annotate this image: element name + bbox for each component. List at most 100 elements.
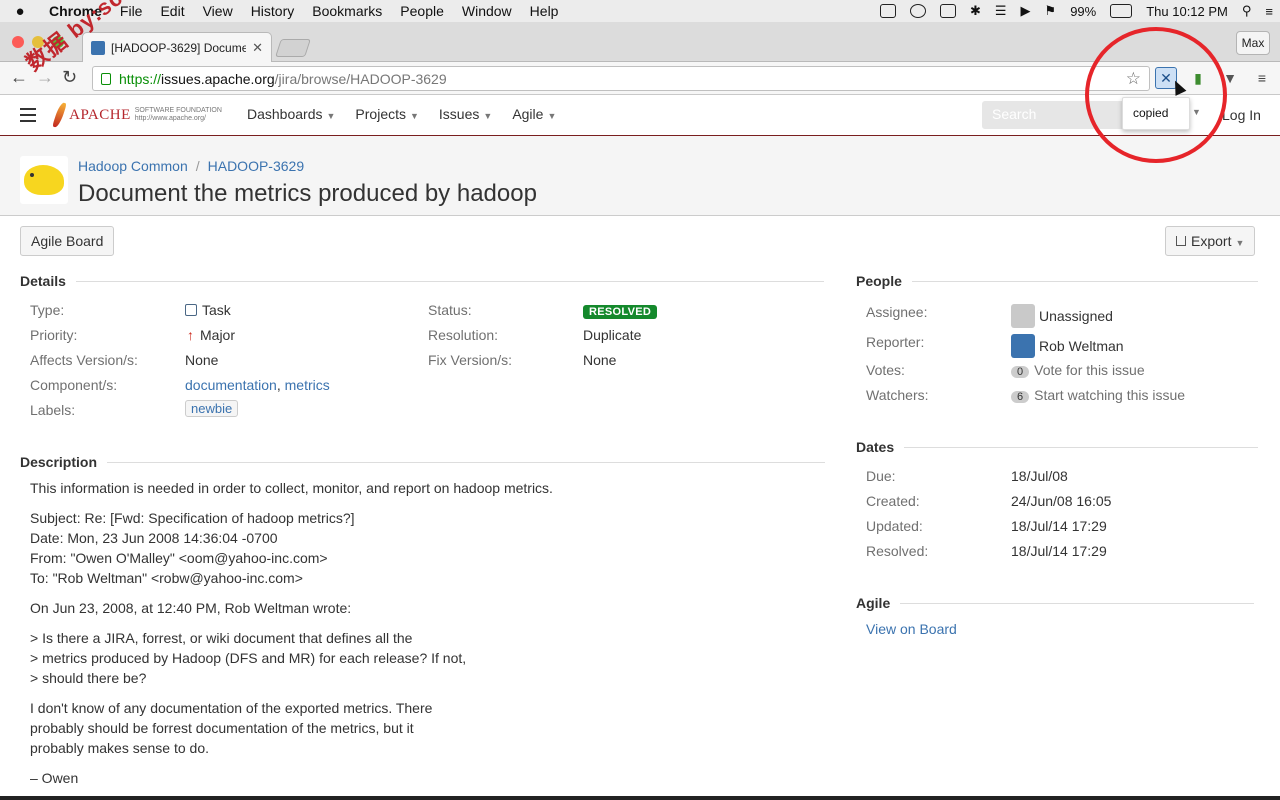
- chevron-down-icon: ▼: [483, 111, 493, 121]
- menu-bookmarks[interactable]: Bookmarks: [303, 3, 391, 19]
- menu-bar-tray: ✱ ☰ ▶ ⚑ 99% Thu 10:12 PM ⚲ ≡: [873, 0, 1280, 22]
- label-newbie-tag[interactable]: newbie: [185, 400, 239, 417]
- volume-icon[interactable]: ▶: [1014, 3, 1038, 19]
- app-switcher-icon[interactable]: [20, 108, 36, 122]
- export-button-label: Export: [1191, 233, 1232, 249]
- project-avatar[interactable]: [20, 156, 68, 204]
- nav-issues[interactable]: Issues ▼: [439, 106, 492, 122]
- window-close-button[interactable]: [12, 36, 24, 48]
- hadoop-elephant-icon: [24, 165, 64, 195]
- people-heading-text: People: [856, 273, 902, 289]
- bookmark-star-icon[interactable]: ☆: [1126, 69, 1141, 89]
- chevron-down-icon: ▼: [326, 111, 336, 121]
- nav-projects-label: Projects: [355, 106, 406, 122]
- component-metrics-link[interactable]: metrics: [285, 377, 330, 393]
- breadcrumb-separator: /: [195, 158, 200, 174]
- address-bar[interactable]: https://issues.apache.org/jira/browse/HA…: [92, 66, 1150, 91]
- labels-label: Labels:: [30, 402, 76, 418]
- updated-value: 18/Jul/14 17:29: [1011, 518, 1107, 534]
- breadcrumb-project-link[interactable]: Hadoop Common: [78, 158, 188, 174]
- description-line: probably should be forrest documentation…: [30, 720, 414, 736]
- back-arrow-icon[interactable]: ←: [10, 67, 28, 88]
- description-line: > metrics produced by Hadoop (DFS and MR…: [30, 650, 467, 666]
- nav-dashboards[interactable]: Dashboards ▼: [247, 106, 335, 122]
- start-watching-link[interactable]: Start watching this issue: [1034, 387, 1185, 403]
- details-module-heading[interactable]: Details: [20, 273, 824, 289]
- new-tab-button[interactable]: [275, 39, 311, 57]
- description-divider: [107, 461, 826, 463]
- fix-version-label: Fix Version/s:: [428, 352, 513, 368]
- battery-percent[interactable]: 99%: [1063, 4, 1103, 19]
- browser-toolbar: ← → ↻ https://issues.apache.org/jira/bro…: [0, 62, 1280, 95]
- nav-agile[interactable]: Agile ▼: [512, 106, 556, 122]
- description-line: From: "Owen O'Malley" <oom@yahoo-inc.com…: [30, 550, 328, 566]
- people-module-heading[interactable]: People: [856, 273, 1258, 289]
- clock[interactable]: Thu 10:12 PM: [1139, 4, 1235, 19]
- notification-center-icon[interactable]: ≡: [1258, 4, 1280, 19]
- tab-close-icon[interactable]: ✕: [252, 40, 263, 56]
- menu-people[interactable]: People: [391, 3, 453, 19]
- votes-label: Votes:: [866, 362, 905, 378]
- hangouts-icon[interactable]: [909, 4, 926, 18]
- menu-window[interactable]: Window: [453, 3, 521, 19]
- created-label: Created:: [866, 493, 920, 509]
- apple-menu-icon[interactable]: ●: [0, 3, 40, 20]
- unassigned-avatar-icon: [1011, 304, 1035, 328]
- breadcrumb-issue-key-link[interactable]: HADOOP-3629: [208, 158, 304, 174]
- agile-module-heading[interactable]: Agile: [856, 595, 1255, 611]
- bluetooth-icon[interactable]: ✱: [963, 3, 988, 19]
- checklist-icon[interactable]: [879, 4, 896, 18]
- nav-projects[interactable]: Projects ▼: [355, 106, 419, 122]
- reload-icon[interactable]: ↻: [62, 67, 77, 88]
- menu-view[interactable]: View: [194, 3, 242, 19]
- priority-value: ↑ Major: [187, 327, 235, 343]
- chevron-down-icon: ▼: [547, 111, 557, 121]
- assignee-value: Unassigned: [1011, 304, 1113, 328]
- fix-version-value: None: [583, 352, 617, 368]
- browser-tab-active[interactable]: [HADOOP-3629] Documen ✕: [82, 32, 272, 62]
- export-icon: [1176, 236, 1186, 246]
- chrome-menu-icon[interactable]: ≡: [1251, 67, 1273, 89]
- breadcrumb: Hadoop Common / HADOOP-3629: [78, 158, 304, 174]
- battery-icon[interactable]: [1110, 4, 1133, 18]
- dates-module-heading[interactable]: Dates: [856, 439, 1259, 455]
- due-value: 18/Jul/08: [1011, 468, 1068, 484]
- description-module-heading[interactable]: Description: [20, 454, 826, 470]
- description-line: probably makes sense to do.: [30, 740, 209, 756]
- description-paragraph-5: I don't know of any documentation of the…: [30, 698, 432, 758]
- apache-feather-icon: [52, 101, 67, 129]
- input-source-flag-icon[interactable]: ⚑: [1038, 3, 1064, 19]
- issue-summary-title: Document the metrics produced by hadoop: [78, 180, 537, 207]
- view-on-board-link[interactable]: View on Board: [866, 621, 957, 637]
- pocket-extension-icon[interactable]: ▼: [1219, 67, 1241, 89]
- component-value: documentation, metrics: [185, 377, 330, 393]
- vote-count-badge: 0: [1011, 366, 1030, 378]
- description-line: To: "Rob Weltman" <robw@yahoo-inc.com>: [30, 570, 303, 586]
- due-label: Due:: [866, 468, 896, 484]
- updated-label: Updated:: [866, 518, 923, 534]
- reporter-value[interactable]: Rob Weltman: [1011, 334, 1124, 358]
- apache-logo[interactable]: APACHE SOFTWARE FOUNDATION http://www.ap…: [52, 100, 230, 130]
- lock-icon[interactable]: [101, 72, 111, 85]
- wifi-icon[interactable]: ☰: [988, 3, 1014, 19]
- url-path: /jira/browse/HADOOP-3629: [274, 70, 447, 87]
- window-bottom-edge: [0, 796, 1280, 800]
- agile-board-button[interactable]: Agile Board: [20, 226, 115, 256]
- menu-help[interactable]: Help: [521, 3, 568, 19]
- login-link[interactable]: Log In: [1222, 107, 1261, 123]
- status-value: RESOLVED: [583, 302, 658, 319]
- logo-name: APACHE: [69, 106, 131, 123]
- component-documentation-link[interactable]: documentation: [185, 377, 277, 393]
- evernote-extension-icon[interactable]: ▮: [1187, 67, 1209, 89]
- battery-monitor-icon[interactable]: [939, 4, 956, 18]
- profile-button[interactable]: Max: [1236, 31, 1270, 55]
- menu-history[interactable]: History: [242, 3, 304, 19]
- vote-for-issue-link[interactable]: Vote for this issue: [1034, 362, 1145, 378]
- task-icon: [185, 304, 197, 316]
- help-menu-chevron-icon[interactable]: ▼: [1192, 107, 1201, 117]
- type-value: Task: [185, 302, 231, 318]
- menu-edit[interactable]: Edit: [151, 3, 193, 19]
- export-button[interactable]: Export ▼: [1165, 226, 1256, 256]
- top-navigation: Dashboards ▼ Projects ▼ Issues ▼ Agile ▼: [247, 106, 556, 122]
- spotlight-icon[interactable]: ⚲: [1235, 3, 1259, 19]
